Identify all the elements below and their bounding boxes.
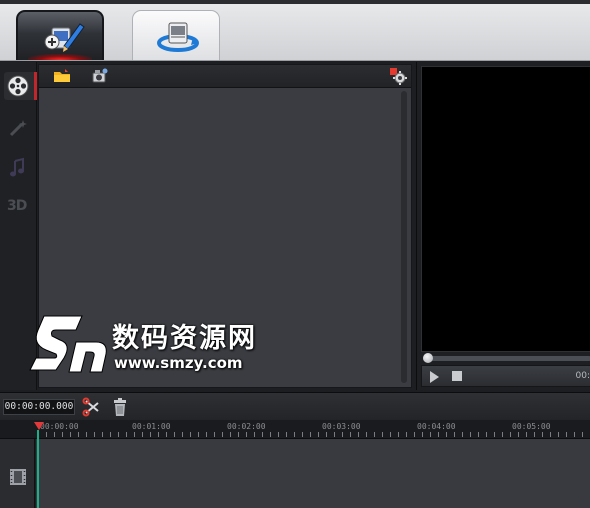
preview-seek-bar[interactable]	[423, 356, 590, 361]
edit-media-icon	[44, 23, 85, 52]
tab-edit[interactable]	[16, 10, 104, 60]
tab-export[interactable]	[132, 10, 220, 60]
playhead-line[interactable]	[37, 430, 39, 508]
trash-icon[interactable]	[110, 397, 130, 417]
timecode-display: 00:00:00.000	[3, 399, 75, 415]
ruler-label: 00:03:00	[322, 422, 361, 431]
sidebar-item-effects[interactable]	[4, 114, 32, 142]
watermark: 数码资源网 www.smzy.com	[26, 312, 276, 382]
preview-time: 00:	[575, 371, 590, 381]
ruler-ticks	[38, 432, 590, 437]
stop-button[interactable]	[452, 371, 462, 381]
open-folder-icon[interactable]	[53, 67, 71, 85]
scissors-icon[interactable]	[82, 397, 102, 417]
timeline-ruler[interactable]: 00:00:00 00:01:00 00:02:00 00:03:00 00:0…	[0, 420, 590, 439]
sidebar-item-media[interactable]	[4, 72, 37, 100]
timeline-toolbar: 00:00:00.000	[0, 392, 590, 421]
magic-wand-icon	[9, 120, 27, 137]
preview-screen	[421, 66, 590, 352]
ruler-label: 00:04:00	[417, 422, 456, 431]
export-film-icon	[157, 22, 199, 52]
ruler-label: 00:05:00	[512, 422, 551, 431]
library-toolbar	[39, 65, 411, 88]
sidebar-item-3d[interactable]: 3D	[7, 198, 27, 214]
ruler-label: 00:02:00	[227, 422, 266, 431]
watermark-title: 数码资源网	[112, 323, 257, 354]
watermark-url: www.smzy.com	[114, 354, 243, 372]
camera-icon[interactable]	[91, 67, 109, 85]
film-reel-icon	[7, 75, 29, 97]
video-track-header	[0, 439, 35, 508]
playhead-marker[interactable]	[34, 422, 44, 430]
ruler-label: 00:01:00	[132, 422, 171, 431]
library-scrollbar[interactable]	[401, 91, 407, 383]
music-note-icon	[10, 157, 24, 177]
ruler-label: 00:00:00	[40, 422, 79, 431]
watermark-logo	[29, 315, 107, 373]
film-strip-icon	[10, 469, 26, 485]
settings-gear-icon[interactable]	[389, 67, 407, 85]
seek-handle[interactable]	[423, 353, 433, 363]
video-track[interactable]	[36, 439, 590, 508]
sidebar-item-music[interactable]	[4, 154, 32, 182]
transport-bar: 00:	[421, 365, 590, 387]
play-button[interactable]	[430, 371, 439, 383]
preview-panel: 00:	[416, 62, 590, 390]
main-tab-bar	[0, 0, 590, 61]
